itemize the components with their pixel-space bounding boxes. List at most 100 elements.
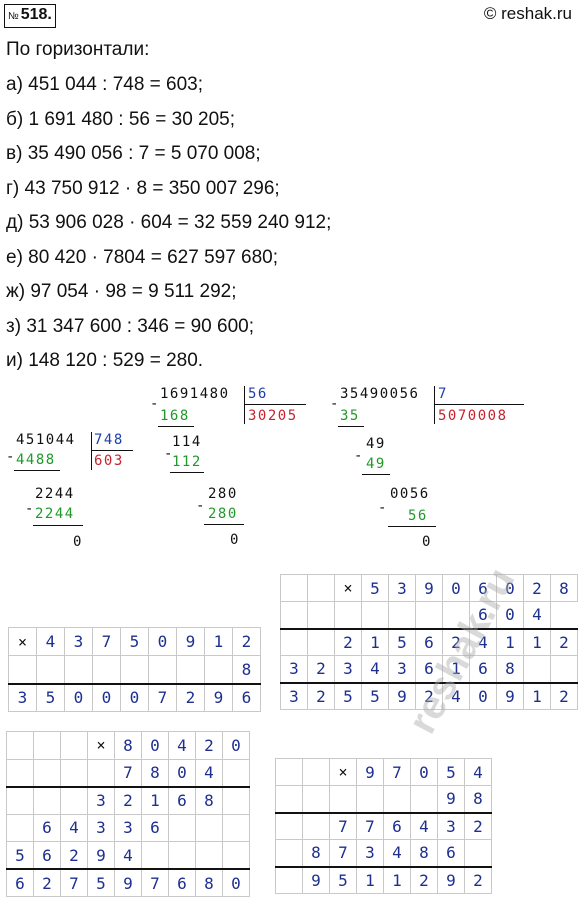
digit-cell: 9 [176,627,205,656]
digit-cell: 1 [383,865,411,894]
digit-cell: 8 [496,655,524,683]
digit-cell [275,785,303,813]
digit-cell: 4 [361,655,389,683]
digit-cell: 5 [361,681,389,710]
digit-cell: 2 [232,627,261,656]
digit-cell: 8 [141,758,169,787]
digit-cell: 0 [469,681,497,710]
digit-cell [60,758,88,787]
long-division-a: 451044 748 - 4488 603 2244 - 2244 0 [6,432,136,557]
answers-list: а) 451 044 : 748 = 603; б) 1 691 480 : 5… [6,68,331,379]
digit-cell [388,601,416,629]
digit-cell [120,655,149,684]
digit-cell: 0 [64,682,93,712]
digit-cell: 9 [356,758,384,786]
digit-cell [168,813,196,842]
digit-cell [6,731,34,760]
digit-cell [64,655,93,684]
subtrahend: 4488 [16,452,56,468]
digit-cell: 8 [195,785,223,815]
number-value: 518. [20,6,52,23]
subtrahend: 168 [160,408,190,424]
multiplication-grid-e: × 8 0 4 2 0 7 8 0 4 3 2 1 6 8 6 4 3 3 6 5 6 2 9 4 6 2 7 5 9 7 6 8 0 [6,731,250,897]
digit-cell [464,839,492,867]
answer-line: и) 148 120 : 529 = 280. [6,350,204,371]
site-copyright: © reshak.ru [483,4,572,23]
digit-cell: 6 [33,841,61,870]
digit-cell [302,758,330,786]
digit-cell: 6 [168,868,196,897]
digit-cell: 4 [464,758,492,786]
digit-cell [222,785,250,815]
divisor: 748 [94,432,124,448]
subtrahend: 56 [408,508,428,524]
digit-cell: 1 [523,627,551,656]
digit-cell: 6 [33,813,61,842]
remainder: 2244 [35,486,75,502]
answer-line: ж) 97 054 · 98 = 9 511 292; [6,281,237,302]
digit-cell [550,655,578,683]
divisor: 56 [248,386,268,402]
digit-cell: 8 [114,731,142,760]
digit-cell: 2 [523,574,551,602]
subtrahend: 35 [340,408,360,424]
final-remainder: 0 [422,534,432,550]
digit-cell: 7 [148,682,177,712]
digit-cell: 1 [204,627,233,656]
digit-cell: 5 [87,868,115,897]
remainder: 280 [208,486,238,502]
dividend: 35490056 [340,386,420,402]
digit-cell: 9 [204,682,233,712]
digit-cell: 3 [64,627,93,656]
digit-cell [275,811,303,840]
digit-cell [204,655,233,684]
digit-cell [6,785,34,815]
digit-cell: 1 [141,785,169,815]
digit-cell: 4 [114,841,142,870]
digit-cell [33,785,61,815]
subtrahend: 112 [172,454,202,470]
digit-cell [275,758,303,786]
digit-cell [141,841,169,870]
digit-cell [195,813,223,842]
subtrahend: 280 [208,506,238,522]
digit-cell [176,655,205,684]
minus-sign: - [25,501,35,517]
answer-line: е) 80 420 · 7804 = 627 597 680; [6,246,279,268]
answer-line: а) 451 044 : 748 = 603; [6,74,204,95]
digit-cell: 0 [410,758,438,786]
digit-cell [307,601,335,629]
digit-cell: 3 [8,682,37,712]
task-number: № 518. [4,4,56,28]
digit-cell: 6 [383,811,411,840]
digit-cell: 8 [232,655,261,684]
multiplication-grid-g: × 4 3 7 5 0 9 1 2 8 3 5 0 0 0 7 2 9 6 [8,627,261,712]
digit-cell: 2 [550,627,578,656]
subtrahend: 49 [366,456,386,472]
digit-cell [356,785,384,813]
digit-cell: 3 [114,813,142,842]
digit-cell [410,785,438,813]
digit-cell: 2 [307,681,335,710]
final-remainder: 0 [230,532,240,548]
digit-cell [6,758,34,787]
digit-cell: 5 [361,574,389,602]
digit-cell: 1 [523,681,551,710]
digit-cell: 9 [437,865,465,894]
digit-cell [60,785,88,815]
digit-cell: 4 [383,839,411,867]
digit-cell [280,574,308,602]
multiply-sign: × [329,758,357,786]
digit-cell: 2 [33,868,61,897]
digit-cell: 3 [437,811,465,840]
digit-cell: 7 [329,811,357,840]
digit-cell: 0 [222,868,250,897]
minus-sign: - [354,448,364,464]
digit-cell: 0 [141,731,169,760]
digit-cell: 9 [496,681,524,710]
multiply-sign: × [8,627,37,656]
dividend: 451044 [16,432,76,448]
digit-cell: 0 [120,682,149,712]
digit-cell: 5 [437,758,465,786]
digit-cell: 3 [87,813,115,842]
